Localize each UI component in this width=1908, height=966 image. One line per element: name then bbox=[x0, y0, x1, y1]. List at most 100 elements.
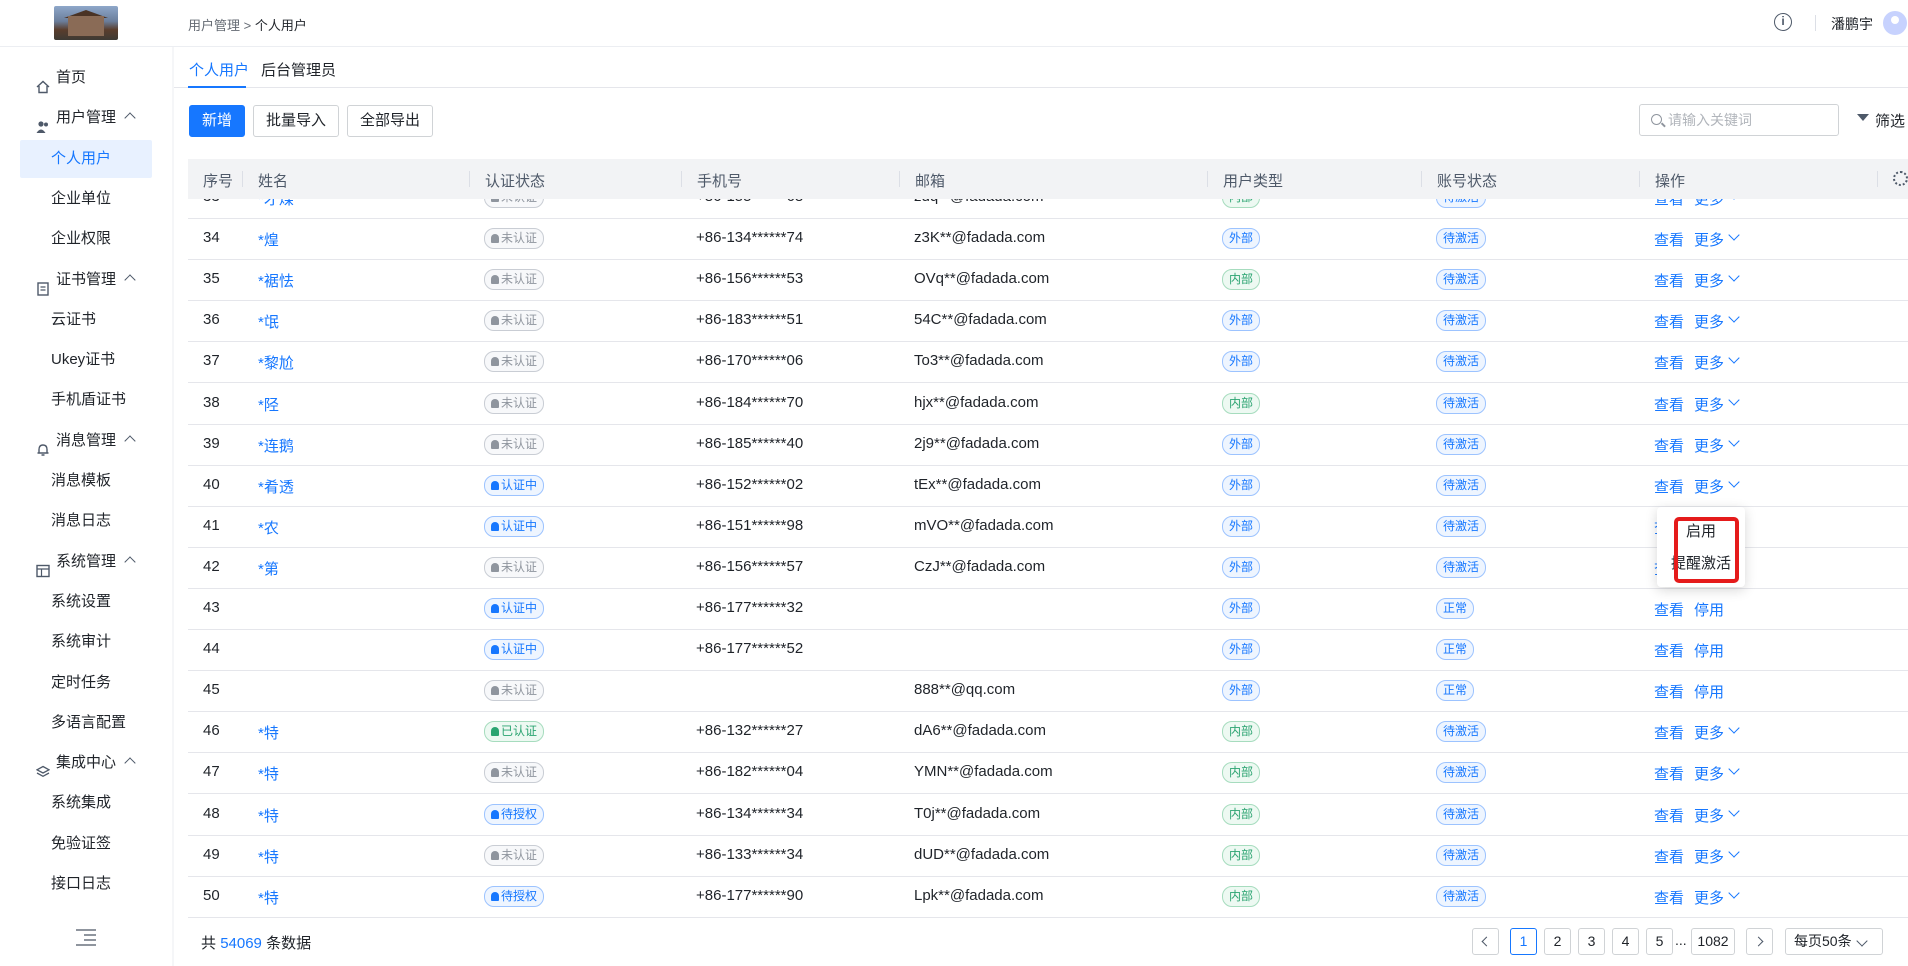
sidebar-item-system-audit[interactable]: 系统审计 bbox=[20, 623, 152, 661]
disable-link[interactable]: 停用 bbox=[1694, 681, 1724, 702]
more-link[interactable]: 更多 bbox=[1694, 270, 1724, 291]
sidebar-item-i18n-config[interactable]: 多语言配置 bbox=[20, 704, 152, 742]
page-size-select[interactable]: 每页50条 bbox=[1785, 928, 1883, 955]
more-link[interactable]: 更多 bbox=[1694, 763, 1724, 784]
document-icon bbox=[36, 273, 50, 296]
disable-link[interactable]: 停用 bbox=[1694, 640, 1724, 661]
sidebar-item-scheduled-tasks[interactable]: 定时任务 bbox=[20, 664, 152, 702]
more-link[interactable]: 更多 bbox=[1694, 805, 1724, 826]
view-link[interactable]: 查看 bbox=[1654, 394, 1684, 415]
disable-link[interactable]: 停用 bbox=[1694, 599, 1724, 620]
page-3[interactable]: 3 bbox=[1578, 928, 1605, 955]
view-link[interactable]: 查看 bbox=[1654, 476, 1684, 497]
row-index: 36 bbox=[203, 311, 220, 329]
view-link[interactable]: 查看 bbox=[1654, 846, 1684, 867]
more-link[interactable]: 更多 bbox=[1694, 229, 1724, 250]
export-all-button[interactable]: 全部导出 bbox=[347, 105, 433, 137]
sidebar-item-label: 系统设置 bbox=[51, 592, 112, 610]
username[interactable]: 潘鹏宇 bbox=[1831, 14, 1873, 34]
highlight-box bbox=[1674, 517, 1739, 583]
sidebar-menu-home[interactable]: 首页 bbox=[20, 59, 152, 97]
search-box[interactable] bbox=[1639, 104, 1839, 136]
user-name-link[interactable]: *肴透 bbox=[258, 476, 294, 497]
sidebar-item-personal-users[interactable]: 个人用户 bbox=[20, 139, 152, 178]
more-link[interactable]: 更多 bbox=[1694, 722, 1724, 743]
page-ellipsis[interactable]: ... bbox=[1675, 932, 1687, 948]
view-link[interactable]: 查看 bbox=[1654, 435, 1684, 456]
next-page-button[interactable] bbox=[1746, 928, 1773, 955]
sidebar-item-phone-shield-cert[interactable]: 手机盾证书 bbox=[20, 381, 152, 419]
tab-admins[interactable]: 后台管理员 bbox=[261, 59, 336, 80]
sidebar-item-cloud-cert[interactable]: 云证书 bbox=[20, 301, 152, 339]
collapse-sidebar-icon[interactable] bbox=[76, 929, 96, 946]
user-name-link[interactable]: *特 bbox=[258, 722, 279, 743]
view-link[interactable]: 查看 bbox=[1654, 763, 1684, 784]
user-name-link[interactable]: *陉 bbox=[258, 394, 279, 415]
page-5[interactable]: 5 bbox=[1646, 928, 1673, 955]
more-link[interactable]: 更多 bbox=[1694, 199, 1724, 209]
settings-gear-icon[interactable] bbox=[1893, 171, 1908, 186]
sidebar-menu-message-management[interactable]: 消息管理 bbox=[20, 422, 152, 460]
user-name-link[interactable]: *特 bbox=[258, 763, 279, 784]
page-last[interactable]: 1082 bbox=[1691, 928, 1735, 955]
user-name-link[interactable]: *才煤 bbox=[258, 199, 294, 209]
view-link[interactable]: 查看 bbox=[1654, 352, 1684, 373]
more-link[interactable]: 更多 bbox=[1694, 476, 1724, 497]
sidebar-item-enterprise-units[interactable]: 企业单位 bbox=[20, 180, 152, 218]
prev-page-button[interactable] bbox=[1472, 928, 1499, 955]
view-link[interactable]: 查看 bbox=[1654, 805, 1684, 826]
page-2[interactable]: 2 bbox=[1544, 928, 1571, 955]
view-link[interactable]: 查看 bbox=[1654, 681, 1684, 702]
more-link[interactable]: 更多 bbox=[1694, 887, 1724, 908]
view-link[interactable]: 查看 bbox=[1654, 229, 1684, 250]
breadcrumb-parent[interactable]: 用户管理 bbox=[188, 18, 240, 33]
user-name-link[interactable]: *氓 bbox=[258, 311, 279, 332]
sidebar-item-ukey-cert[interactable]: Ukey证书 bbox=[20, 341, 152, 379]
auth-status-badge: 未认证 bbox=[484, 556, 545, 578]
sidebar-item-no-verify-sign[interactable]: 免验证签 bbox=[20, 825, 152, 863]
logo[interactable] bbox=[54, 6, 118, 40]
more-link[interactable]: 更多 bbox=[1694, 311, 1724, 332]
view-link[interactable]: 查看 bbox=[1654, 311, 1684, 332]
sidebar-item-system-integration[interactable]: 系统集成 bbox=[20, 784, 152, 822]
sidebar-menu-integration-center[interactable]: 集成中心 bbox=[20, 744, 152, 782]
more-link[interactable]: 更多 bbox=[1694, 394, 1724, 415]
view-link[interactable]: 查看 bbox=[1654, 640, 1684, 661]
sidebar-menu-cert-management[interactable]: 证书管理 bbox=[20, 261, 152, 299]
avatar[interactable] bbox=[1883, 11, 1907, 35]
user-name-link[interactable]: *农 bbox=[258, 517, 279, 538]
more-link[interactable]: 更多 bbox=[1694, 352, 1724, 373]
view-link[interactable]: 查看 bbox=[1654, 722, 1684, 743]
view-link[interactable]: 查看 bbox=[1654, 599, 1684, 620]
user-name-link[interactable]: *特 bbox=[258, 846, 279, 867]
view-link[interactable]: 查看 bbox=[1654, 199, 1684, 209]
view-link[interactable]: 查看 bbox=[1654, 270, 1684, 291]
sidebar-menu-user-management[interactable]: 用户管理 bbox=[20, 99, 152, 137]
search-input[interactable] bbox=[1668, 111, 1828, 129]
sidebar-item-api-logs[interactable]: 接口日志 bbox=[20, 865, 152, 903]
info-icon[interactable]: i bbox=[1774, 13, 1792, 31]
batch-import-button[interactable]: 批量导入 bbox=[253, 105, 339, 137]
user-name-link[interactable]: *第 bbox=[258, 558, 279, 579]
page-1[interactable]: 1 bbox=[1510, 928, 1537, 955]
sidebar-item-message-templates[interactable]: 消息模板 bbox=[20, 462, 152, 500]
user-name-link[interactable]: *特 bbox=[258, 887, 279, 908]
more-link[interactable]: 更多 bbox=[1694, 435, 1724, 456]
user-name-link[interactable]: *连鹅 bbox=[258, 435, 294, 456]
sidebar-item-enterprise-permissions[interactable]: 企业权限 bbox=[20, 220, 152, 258]
sidebar-item-system-settings[interactable]: 系统设置 bbox=[20, 583, 152, 621]
more-link[interactable]: 更多 bbox=[1694, 846, 1724, 867]
page-4[interactable]: 4 bbox=[1612, 928, 1639, 955]
table-body: 33*才煤未认证+86-155******68zdq**@fadada.com内… bbox=[188, 199, 1908, 961]
view-link[interactable]: 查看 bbox=[1654, 887, 1684, 908]
add-button[interactable]: 新增 bbox=[189, 105, 245, 137]
user-name-link[interactable]: *裾怯 bbox=[258, 270, 294, 291]
user-name-link[interactable]: *煌 bbox=[258, 229, 279, 250]
sidebar-menu-system-management[interactable]: 系统管理 bbox=[20, 543, 152, 581]
email: YMN**@fadada.com bbox=[914, 763, 1053, 781]
user-name-link[interactable]: *黎尬 bbox=[258, 352, 294, 373]
auth-status-badge: 未认证 bbox=[484, 199, 545, 208]
sidebar-item-message-logs[interactable]: 消息日志 bbox=[20, 502, 152, 540]
tab-personal-users[interactable]: 个人用户 bbox=[189, 59, 249, 80]
user-name-link[interactable]: *特 bbox=[258, 805, 279, 826]
